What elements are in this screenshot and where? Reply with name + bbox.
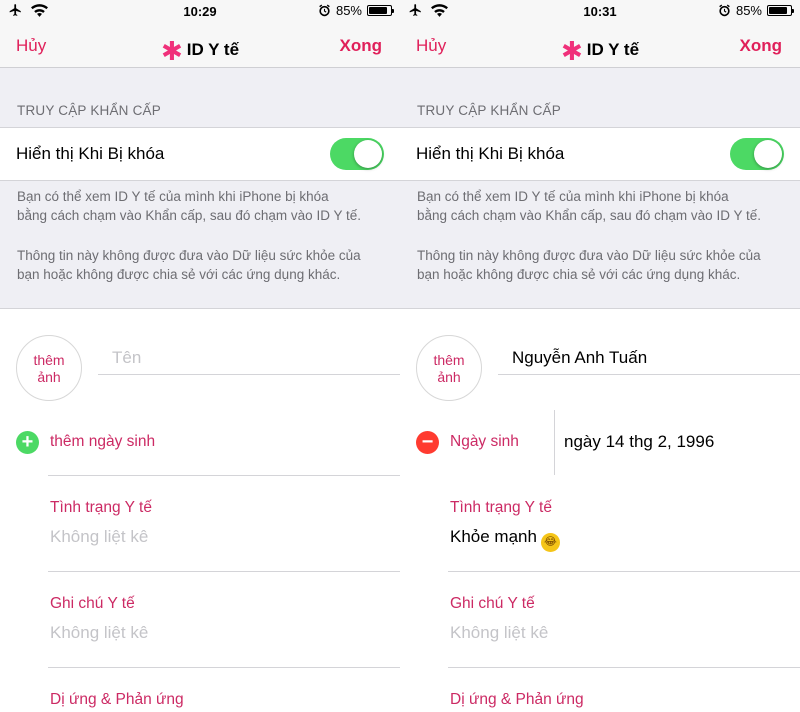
laughing-emoji-icon: 😂 bbox=[540, 533, 560, 552]
row-divider bbox=[48, 475, 400, 476]
nav-bar: Hủy ✱ ID Y tế Xong bbox=[0, 24, 400, 68]
medical-notes-label: Ghi chú Y tế bbox=[50, 595, 135, 612]
add-photo-label-line2: ảnh bbox=[437, 369, 461, 385]
show-when-locked-switch[interactable] bbox=[730, 138, 784, 170]
show-when-locked-switch[interactable] bbox=[330, 138, 384, 170]
add-photo-button[interactable]: thêm ảnh bbox=[16, 335, 82, 401]
medical-conditions-input[interactable]: Khỏe mạnh 😂 bbox=[450, 527, 560, 552]
screens-container: 10:29 85% Hủy ✱ ID Y tế Xong TRUY CẬP KHẨ… bbox=[0, 0, 800, 712]
status-bar: 10:29 85% bbox=[0, 0, 400, 22]
birthdate-value[interactable]: ngày 14 thg 2, 1996 bbox=[564, 432, 714, 452]
footer-text-1: Bạn có thể xem ID Y tế của mình khi iPho… bbox=[17, 187, 392, 225]
add-birthdate-row[interactable]: + thêm ngày sinh bbox=[0, 410, 400, 475]
switch-knob bbox=[754, 140, 782, 168]
footer-line: Thông tin này không được đưa vào Dữ liệu… bbox=[417, 248, 761, 263]
footer-line: Bạn có thể xem ID Y tế của mình khi iPho… bbox=[17, 189, 329, 204]
add-photo-label-line2: ảnh bbox=[37, 369, 61, 385]
add-circle-icon[interactable]: + bbox=[16, 431, 39, 454]
medical-notes-label: Ghi chú Y tế bbox=[450, 595, 535, 612]
allergies-label: Dị ứng & Phản ứng bbox=[50, 691, 184, 708]
name-input[interactable]: Nguyễn Anh Tuấn bbox=[498, 348, 800, 375]
battery-percent: 85% bbox=[735, 3, 762, 18]
alarm-icon bbox=[719, 4, 730, 17]
birthdate-row[interactable]: − Ngày sinh ngày 14 thg 2, 1996 bbox=[400, 410, 800, 475]
medical-conditions-label: Tình trạng Y tế bbox=[450, 499, 552, 516]
footer-line: Bạn có thể xem ID Y tế của mình khi iPho… bbox=[417, 189, 729, 204]
show-when-locked-label: Hiển thị Khi Bị khóa bbox=[416, 144, 565, 163]
add-birthdate-label: thêm ngày sinh bbox=[50, 433, 156, 450]
nav-title-text: ID Y tế bbox=[186, 40, 240, 59]
medical-conditions-value: Khỏe mạnh bbox=[450, 527, 537, 546]
switch-knob bbox=[354, 140, 382, 168]
section-header: TRUY CẬP KHẨN CẤP bbox=[17, 103, 161, 118]
medical-star-icon: ✱ bbox=[560, 36, 583, 66]
birthdate-label: Ngày sinh bbox=[450, 433, 519, 450]
medical-notes-input[interactable]: Không liệt kê bbox=[450, 623, 548, 643]
medical-star-icon: ✱ bbox=[160, 36, 183, 66]
status-bar: 10:31 85% bbox=[400, 0, 800, 22]
row-divider bbox=[48, 571, 400, 572]
show-when-locked-label: Hiển thị Khi Bị khóa bbox=[16, 144, 165, 163]
birthdate-divider bbox=[554, 410, 555, 475]
screen-left: 10:29 85% Hủy ✱ ID Y tế Xong TRUY CẬP KHẨ… bbox=[0, 0, 400, 712]
row-divider bbox=[448, 667, 800, 668]
footer-line: bạn hoặc không được chia sẻ với các ứng … bbox=[17, 267, 341, 282]
show-when-locked-row: Hiển thị Khi Bị khóa bbox=[0, 127, 400, 181]
add-photo-button[interactable]: thêm ảnh bbox=[416, 335, 482, 401]
alarm-icon bbox=[319, 4, 330, 17]
footer-line: Thông tin này không được đưa vào Dữ liệu… bbox=[17, 248, 361, 263]
battery-icon bbox=[767, 5, 794, 16]
medical-conditions-input[interactable]: Không liệt kê bbox=[50, 527, 148, 547]
footer-text-1: Bạn có thể xem ID Y tế của mình khi iPho… bbox=[417, 187, 792, 225]
done-button[interactable]: Xong bbox=[740, 36, 783, 56]
section-header: TRUY CẬP KHẨN CẤP bbox=[417, 103, 561, 118]
remove-circle-icon[interactable]: − bbox=[416, 431, 439, 454]
footer-text-2: Thông tin này không được đưa vào Dữ liệu… bbox=[417, 246, 792, 284]
footer-line: bằng cách chạm vào Khẩn cấp, sau đó chạm… bbox=[417, 208, 761, 223]
battery-percent: 85% bbox=[335, 3, 362, 18]
medical-conditions-label: Tình trạng Y tế bbox=[50, 499, 152, 516]
footer-line: bằng cách chạm vào Khẩn cấp, sau đó chạm… bbox=[17, 208, 361, 223]
row-divider bbox=[448, 571, 800, 572]
add-photo-label-line1: thêm bbox=[33, 352, 65, 368]
footer-line: bạn hoặc không được chia sẻ với các ứng … bbox=[417, 267, 741, 282]
add-photo-label-line1: thêm bbox=[433, 352, 465, 368]
top-bar: 10:31 85% Hủy ✱ ID Y tế Xong bbox=[400, 0, 800, 68]
medical-notes-input[interactable]: Không liệt kê bbox=[50, 623, 148, 643]
row-divider bbox=[48, 667, 400, 668]
nav-title-text: ID Y tế bbox=[586, 40, 640, 59]
top-bar: 10:29 85% Hủy ✱ ID Y tế Xong bbox=[0, 0, 400, 68]
footer-text-2: Thông tin này không được đưa vào Dữ liệu… bbox=[17, 246, 392, 284]
screen-right: 10:31 85% Hủy ✱ ID Y tế Xong TRUY CẬP KHẨ… bbox=[400, 0, 800, 712]
nav-bar: Hủy ✱ ID Y tế Xong bbox=[400, 24, 800, 68]
battery-icon bbox=[367, 5, 394, 16]
allergies-label: Dị ứng & Phản ứng bbox=[450, 691, 584, 708]
done-button[interactable]: Xong bbox=[340, 36, 383, 56]
show-when-locked-row: Hiển thị Khi Bị khóa bbox=[400, 127, 800, 181]
name-input[interactable]: Tên bbox=[98, 348, 400, 375]
